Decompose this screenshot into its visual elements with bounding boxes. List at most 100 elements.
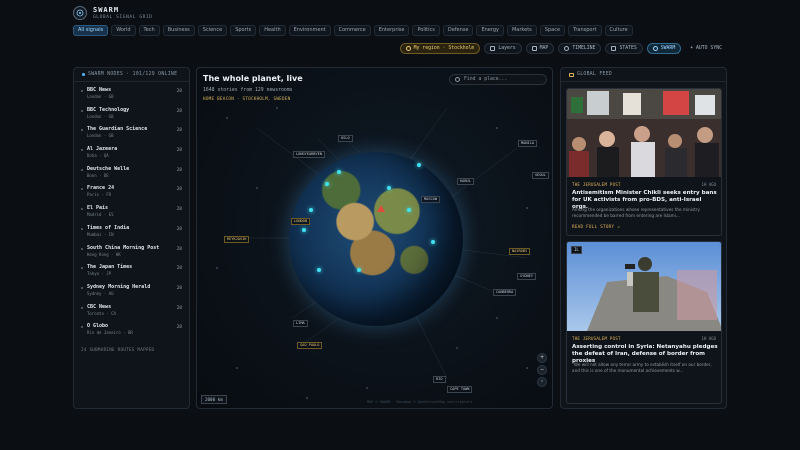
signal-marker[interactable] — [417, 163, 421, 167]
bullet-icon — [81, 306, 83, 309]
node-item[interactable]: The Guardian Science London · GB 28 — [74, 123, 189, 143]
city-label[interactable]: REYKJAVIK — [224, 236, 250, 243]
signal-marker[interactable] — [302, 228, 306, 232]
city-label[interactable]: SAO PAULO — [297, 342, 323, 349]
node-count: 28 — [176, 325, 182, 331]
city-label[interactable]: CANBERRA — [493, 289, 517, 296]
signal-marker[interactable] — [309, 208, 313, 212]
node-count: 28 — [176, 148, 182, 154]
node-item[interactable]: CBC News Toronto · CA 28 — [74, 301, 189, 321]
signal-marker[interactable] — [407, 208, 411, 212]
signal-marker[interactable] — [317, 268, 321, 272]
tab-energy[interactable]: Energy — [476, 25, 504, 36]
city-label[interactable]: MANILA — [518, 140, 537, 147]
tab-defense[interactable]: Defense — [442, 25, 474, 36]
city-label[interactable]: OSLO — [338, 135, 353, 142]
city-label[interactable]: CAPE TOWN — [447, 386, 473, 393]
node-item[interactable]: Times of India Mumbai · IN 28 — [74, 222, 189, 242]
tab-business[interactable]: Business — [162, 25, 195, 36]
place-search-input[interactable]: Find a place... — [449, 74, 547, 85]
layers-button[interactable]: Layers — [484, 43, 522, 54]
news-source: THE JERUSALEM POST — [572, 182, 621, 187]
node-item[interactable]: BBC News London · GB 28 — [74, 84, 189, 104]
tab-enterprise[interactable]: Enterprise — [373, 25, 410, 36]
node-location: London · GB — [87, 94, 114, 99]
node-item[interactable]: Sydney Morning Herald Sydney · AU 28 — [74, 281, 189, 301]
city-label[interactable]: KABUL — [457, 178, 474, 185]
swarm-button[interactable]: SWARM — [646, 43, 682, 54]
globe-map-panel[interactable]: The whole planet, live 1648 stories from… — [196, 67, 553, 409]
tab-tech[interactable]: Tech — [138, 25, 160, 36]
node-name: Deutsche Welle — [87, 165, 130, 172]
region-button[interactable]: My region · Stockholm — [399, 43, 481, 54]
node-item[interactable]: El País Madrid · ES 28 — [74, 202, 189, 222]
city-label[interactable]: LIMA — [293, 320, 308, 327]
map-button[interactable]: MAP — [525, 43, 555, 54]
news-card[interactable]: IL THE JERUSALEM POST 1H AGO Asserting c… — [566, 241, 722, 404]
node-location: Paris · FR — [87, 192, 112, 198]
signal-marker[interactable] — [387, 186, 391, 190]
tab-health[interactable]: Health — [259, 25, 286, 36]
read-full-story-link[interactable]: READ FULL STORY ↗ — [572, 224, 620, 229]
signal-marker[interactable] — [325, 182, 329, 186]
bullet-icon — [81, 90, 83, 92]
node-location: Toronto · CA — [87, 310, 116, 316]
node-name: Times of India — [87, 224, 130, 231]
bullet-icon — [81, 208, 83, 211]
node-item[interactable]: BBC Technology London · GB 28 — [74, 104, 189, 124]
node-name: CBC News — [87, 303, 112, 310]
node-name: BBC Technology — [87, 106, 130, 113]
news-card[interactable]: THE JERUSALEM POST 1H AGO Antisemitism M… — [566, 88, 722, 236]
node-location: Hong Kong · HK — [87, 251, 121, 257]
city-label[interactable]: SEOUL — [532, 172, 549, 179]
node-item[interactable]: South China Morning Post Hong Kong · HK 28 — [74, 242, 189, 262]
tab-environment[interactable]: Environment — [288, 25, 331, 36]
compass-icon[interactable]: ◦ — [537, 377, 547, 387]
node-count: 28 — [176, 89, 182, 94]
signal-marker[interactable] — [337, 170, 341, 174]
tab-space[interactable]: Space — [539, 25, 566, 36]
clock-icon — [564, 46, 570, 51]
tab-politics[interactable]: Politics — [412, 25, 440, 36]
states-button[interactable]: STATES — [605, 43, 643, 54]
node-location: London · GB — [87, 113, 114, 119]
tab-transport[interactable]: Transport — [568, 25, 602, 36]
node-item[interactable]: Deutsche Welle Bonn · DE 28 — [74, 163, 189, 183]
zoom-in-button[interactable]: + — [537, 353, 547, 363]
swarm-icon — [652, 46, 658, 51]
tab-all-signals[interactable]: All signals — [73, 25, 109, 36]
auto-sync-toggle[interactable]: + AUTO SYNC — [685, 43, 727, 54]
node-count: 28 — [176, 128, 182, 134]
node-name: BBC News — [87, 87, 112, 93]
timeline-button[interactable]: TIMELINE — [558, 43, 602, 54]
region-label: My region · Stockholm — [413, 46, 475, 51]
city-label[interactable]: LONDON — [291, 218, 310, 225]
news-thumbnail: IL — [567, 242, 721, 331]
zoom-out-button[interactable]: − — [537, 365, 547, 375]
node-item[interactable]: France 24 Paris · FR 28 — [74, 182, 189, 202]
city-label[interactable]: NAIROBI — [509, 248, 531, 255]
node-count: 28 — [176, 266, 182, 272]
globe[interactable] — [289, 152, 463, 326]
news-age: 1H AGO — [701, 336, 716, 341]
tab-sports[interactable]: Sports — [230, 25, 257, 36]
news-lede: Among the organizations whose representa… — [572, 207, 700, 218]
signal-marker[interactable] — [431, 240, 435, 244]
node-item[interactable]: O Globo Rio de Janeiro · BR 28 — [74, 320, 189, 340]
city-label[interactable]: RIO — [433, 376, 446, 383]
tab-science[interactable]: Science — [197, 25, 228, 36]
signal-marker[interactable] — [357, 268, 361, 272]
city-label[interactable]: LONGYEARBYEN — [293, 151, 325, 158]
node-count: 28 — [176, 187, 182, 193]
city-label[interactable]: SYDNEY — [517, 273, 536, 280]
node-item[interactable]: Al Jazeera Doha · QA 28 — [74, 143, 189, 163]
tab-commerce[interactable]: Commerce — [333, 25, 371, 36]
feed-icon — [569, 72, 574, 77]
tab-world[interactable]: World — [111, 25, 136, 36]
city-label[interactable]: MOSCOW — [421, 196, 440, 203]
feed-title: GLOBAL FEED — [577, 72, 613, 77]
node-item[interactable]: The Japan Times Tokyo · JP 28 — [74, 261, 189, 281]
tab-markets[interactable]: Markets — [506, 25, 537, 36]
tab-culture[interactable]: Culture — [604, 25, 633, 36]
app-name: SWARM — [93, 6, 120, 14]
